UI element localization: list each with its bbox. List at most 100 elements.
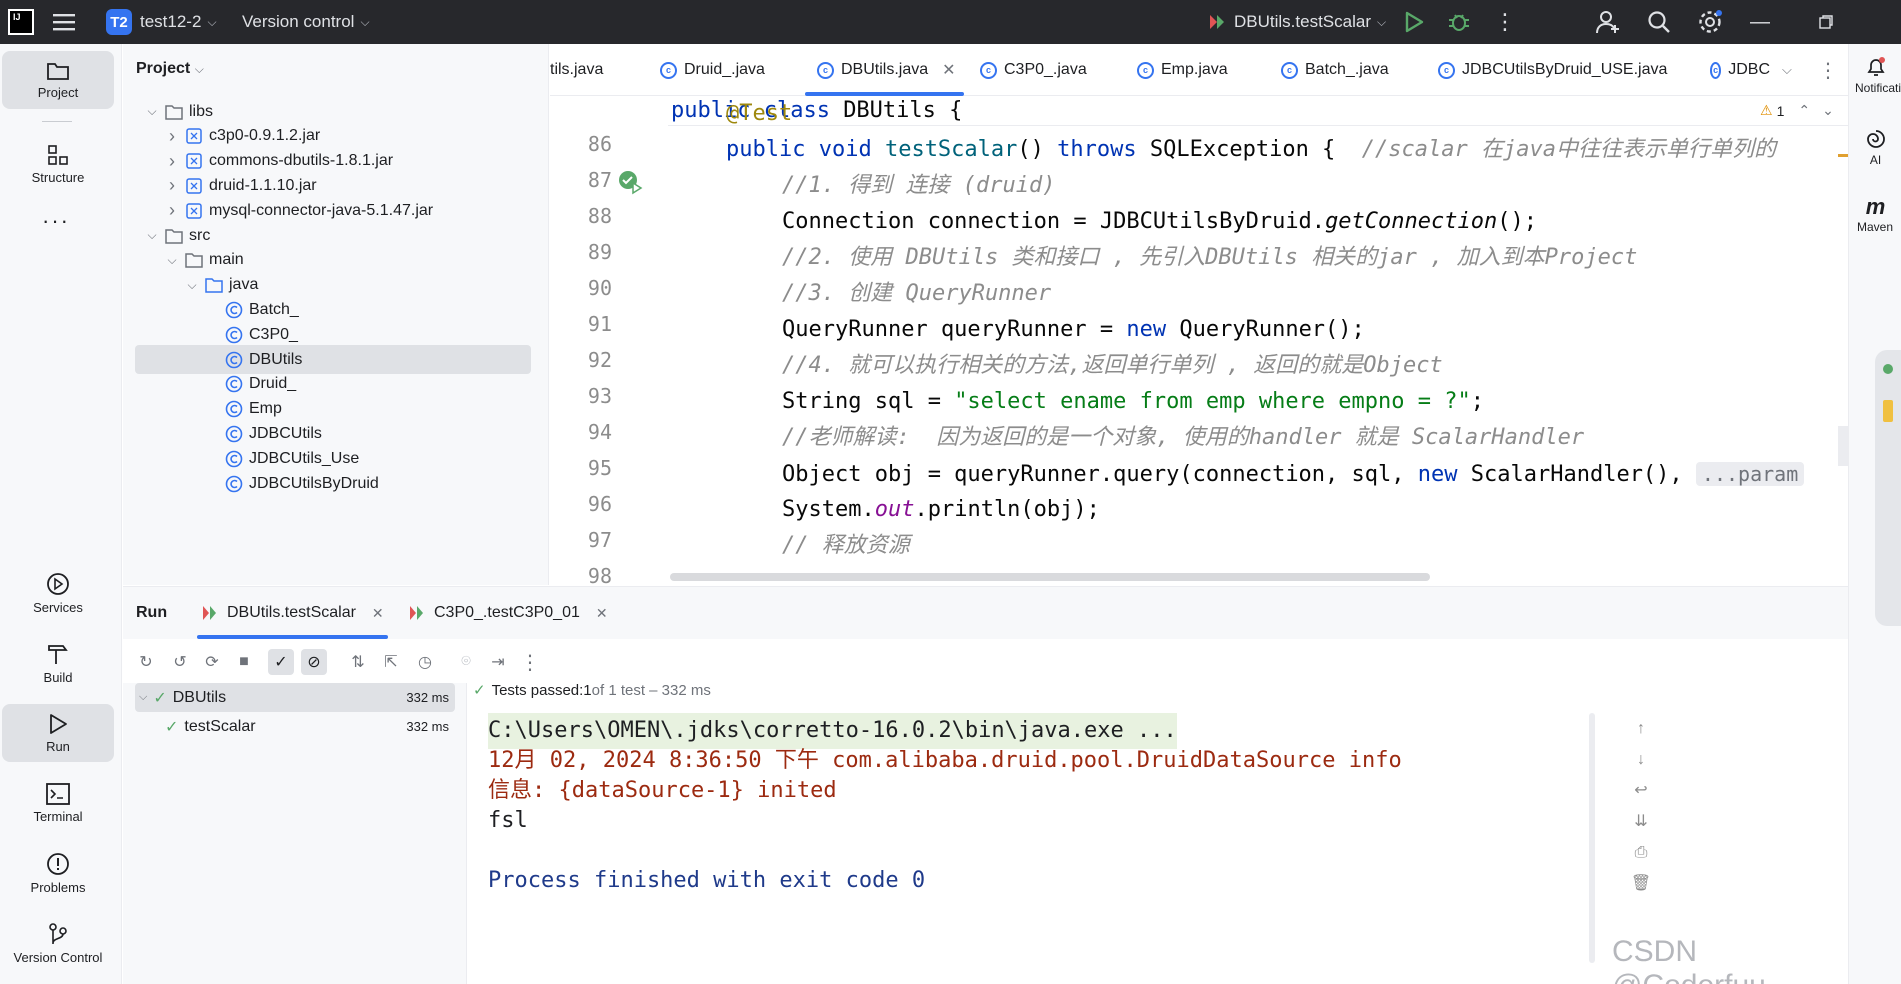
more-tools-icon[interactable]: ··· [42, 208, 70, 234]
bell-icon [1866, 57, 1885, 76]
show-ignored-icon[interactable]: ⊘ [301, 649, 327, 675]
collapse-icon[interactable]: ⇱ [378, 649, 404, 675]
code-area[interactable]: @Test public void testScalar() throws SQ… [671, 96, 1848, 585]
editor-tab[interactable]: c Druid_.java [660, 44, 765, 96]
run-tab-label: C3P0_.testC3P0_01 [434, 604, 580, 621]
more-icon[interactable]: ⋮ [517, 649, 543, 675]
code-line-96: Object obj = queryRunner.query(connectio… [782, 456, 1805, 492]
editor-tab[interactable]: c JDBCUtilsByDruid_USE.java [1438, 44, 1667, 96]
editor-vertical-scrollbar[interactable] [1838, 426, 1848, 466]
tree-item-label: Emp [249, 400, 282, 418]
project-panel-header[interactable]: Project ⌵ [136, 60, 204, 78]
tree-item-label: DBUtils [249, 350, 303, 368]
build-tool-button[interactable]: Build [2, 634, 114, 692]
chevron-right-icon[interactable]: › [165, 126, 179, 147]
run-config-selector[interactable]: DBUtils.testScalar ⌵ [1206, 0, 1386, 44]
run-test-gutter-icon[interactable] [618, 170, 644, 201]
editor-tab[interactable]: c Batch_.java [1281, 44, 1389, 96]
vcs-menu[interactable]: Version control ⌵ [242, 0, 370, 44]
run-tool-button[interactable]: Run [2, 704, 114, 762]
scroll-to-end-icon[interactable]: ⇊ [1629, 806, 1653, 837]
perf-widget[interactable] [1875, 350, 1901, 626]
camera-icon[interactable]: ⌾ [453, 649, 479, 675]
project-tool-button[interactable]: Project [2, 51, 114, 109]
services-tool-label: Services [33, 599, 83, 615]
show-passed-icon[interactable]: ✓ [268, 649, 294, 675]
chevron-down-icon[interactable]: ⌵ [185, 278, 199, 293]
tab-more-icon[interactable]: ⋮ [1818, 44, 1838, 96]
project-switcher[interactable]: T2 test12-2 ⌵ [106, 0, 217, 44]
line-number: 98 [587, 564, 612, 588]
tab-list-chevron-icon[interactable]: ⌵ [1782, 44, 1792, 96]
test-case-row[interactable]: ✓ testScalar 332 ms [135, 712, 455, 741]
maven-tool-button[interactable]: m Maven [1849, 194, 1901, 234]
tree-item-label: Batch_ [249, 300, 299, 318]
history-icon[interactable]: ◷ [412, 649, 438, 675]
more-icon[interactable]: ⋮ [1494, 0, 1516, 44]
tree-item-label: C3P0_ [249, 325, 298, 343]
editor-tab[interactable]: c Emp.java [1137, 44, 1228, 96]
close-tab-icon[interactable]: ✕ [942, 60, 955, 80]
tree-item-label: c3p0-0.9.1.2.jar [209, 127, 321, 145]
run-tab-active[interactable]: DBUtils.testScalar ✕ [197, 587, 388, 639]
chevron-right-icon[interactable]: › [165, 151, 179, 172]
user-plus-icon [1596, 11, 1619, 34]
problems-tool-button[interactable]: Problems [2, 844, 114, 902]
print-icon[interactable]: ⎙ [1629, 837, 1653, 868]
arrow-up-icon[interactable]: ↑ [1629, 713, 1653, 744]
rerun-icon[interactable]: ↻ [133, 649, 159, 675]
chevron-right-icon[interactable]: › [165, 200, 179, 221]
parameter-hint: ...param [1695, 462, 1805, 486]
run-tool-label: Run [46, 738, 70, 754]
class-icon: c [1137, 61, 1154, 79]
ai-tool-button[interactable]: AI [1849, 128, 1901, 167]
debug-button[interactable] [1448, 0, 1470, 44]
structure-tool-button[interactable]: Structure [2, 135, 114, 193]
minimize-icon[interactable]: — [1750, 0, 1770, 44]
close-tab-icon[interactable]: ✕ [596, 605, 608, 622]
add-user-button[interactable] [1596, 0, 1620, 44]
notifications-tool-button[interactable]: Notifications [1849, 56, 1901, 95]
trash-icon[interactable]: 🗑 [1629, 868, 1653, 899]
editor-tab[interactable]: c JDBC [1710, 44, 1770, 96]
editor-tab-active[interactable]: c DBUtils.java ✕ [805, 44, 964, 96]
chevron-down-icon[interactable]: ⌵ [145, 228, 159, 243]
chevron-down-icon[interactable]: ⌵ [165, 253, 179, 268]
console-scrollbar[interactable] [1589, 713, 1595, 963]
terminal-tool-button[interactable]: Terminal [2, 774, 114, 832]
vcs-tool-button[interactable]: Version Control [2, 914, 114, 972]
line-number: 88 [587, 204, 612, 228]
soft-wrap-icon[interactable]: ↩ [1629, 775, 1653, 806]
project-panel: Project ⌵ ⌵ libs › c3p0-0.9.1.2.jar › commons… [123, 44, 665, 585]
restore-icon[interactable] [1819, 0, 1833, 44]
console-side-toolbar: ↑ ↓ ↩ ⇊ ⎙ 🗑 [1629, 713, 1653, 899]
editor-tab[interactable]: tils.java [550, 44, 603, 96]
editor-tab[interactable]: c C3P0_.java [980, 44, 1087, 96]
editor-horizontal-scrollbar[interactable] [670, 573, 1430, 581]
class-icon: c [817, 61, 834, 79]
rerun-failed-icon[interactable]: ↺ [167, 649, 193, 675]
stop-icon[interactable]: ■ [231, 649, 257, 675]
ai-spiral-icon [1866, 130, 1885, 148]
run-tab[interactable]: C3P0_.testC3P0_01 ✕ [408, 587, 608, 639]
export-icon[interactable]: ⇥ [485, 649, 511, 675]
chevron-down-icon[interactable]: ⌵ [145, 104, 159, 119]
code-line-89: Connection connection = JDBCUtilsByDruid… [782, 209, 1537, 234]
chevron-right-icon[interactable]: › [165, 175, 179, 196]
search-icon [1648, 11, 1670, 33]
close-tab-icon[interactable]: ✕ [372, 605, 384, 622]
app-logo-icon[interactable]: IJ [8, 9, 34, 35]
test-suite-row[interactable]: ⌵ ✓ DBUtils 332 ms [135, 683, 455, 712]
search-button[interactable] [1647, 0, 1671, 44]
main-menu-button[interactable] [53, 0, 75, 44]
run-config-label: DBUtils.testScalar [1234, 12, 1371, 31]
toggle-autotest-icon[interactable]: ⟳ [199, 649, 225, 675]
sort-icon[interactable]: ⇅ [345, 649, 371, 675]
run-button[interactable] [1404, 0, 1424, 44]
run-panel-title: Run [136, 604, 168, 621]
arrow-down-icon[interactable]: ↓ [1629, 744, 1653, 775]
services-tool-button[interactable]: Services [2, 564, 114, 622]
settings-button[interactable] [1697, 0, 1723, 44]
run-icon [1405, 11, 1424, 33]
tree-item-class[interactable]: JDBCUtilsByDruid [135, 469, 531, 498]
